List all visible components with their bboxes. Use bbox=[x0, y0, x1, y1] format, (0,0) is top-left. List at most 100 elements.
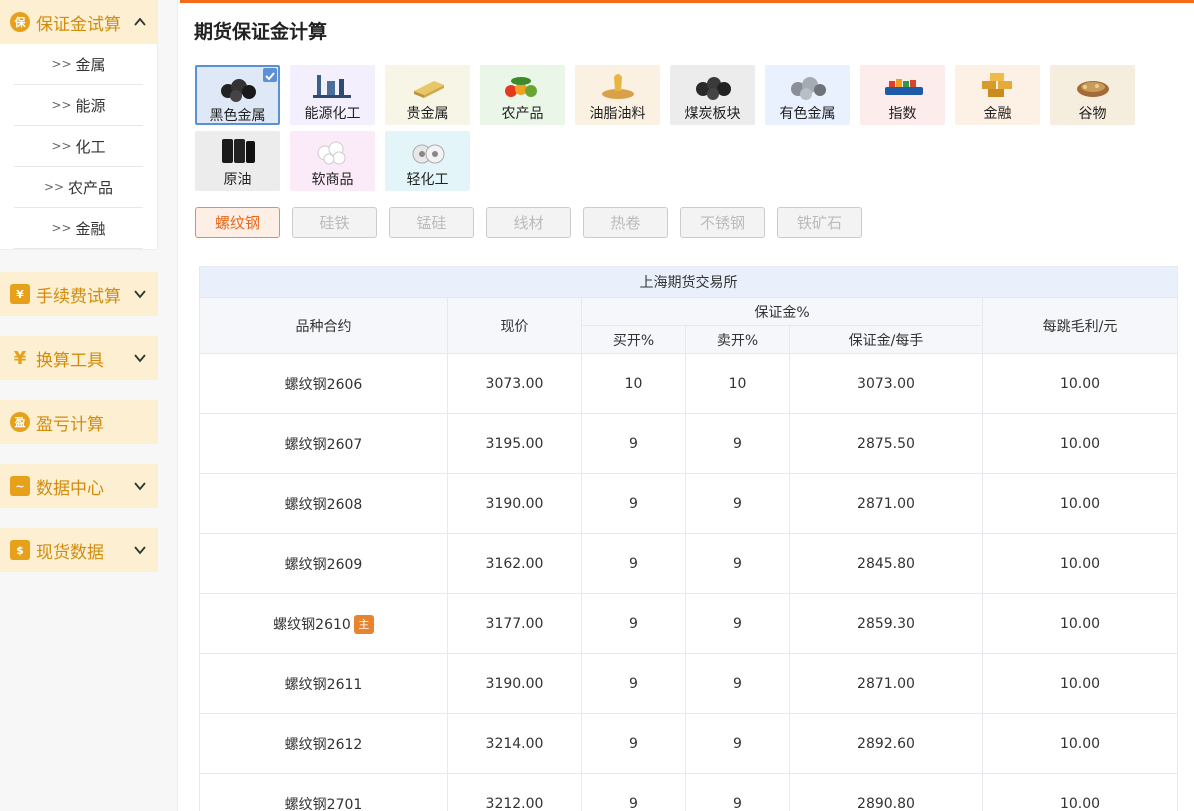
cell-margin-per-lot: 2892.60 bbox=[789, 713, 983, 774]
category-label: 黑色金属 bbox=[209, 108, 266, 124]
category-agriculture[interactable]: 农产品 bbox=[480, 65, 565, 125]
main-content: 期货保证金计算 黑色金属 能源化工 贵金属 农产品 油脂油料 煤炭板块 有色金属 指数 金融 谷物… bbox=[180, 3, 1194, 811]
nav-head-spot-data[interactable]: $ 现货数据 bbox=[0, 528, 158, 572]
cell-tick-profit: 10.00 bbox=[982, 533, 1178, 594]
table-row[interactable]: 螺纹钢2701 3212.00 9 9 2890.80 10.00 bbox=[199, 773, 1178, 811]
sidebar-item-chemical[interactable]: >> 化工 bbox=[14, 126, 143, 167]
variety-tab[interactable]: 铁矿石 bbox=[777, 207, 862, 238]
nav-group-fee: ¥ 手续费试算 bbox=[0, 272, 158, 316]
category-light-chemical[interactable]: 轻化工 bbox=[385, 131, 470, 191]
fee-icon: ¥ bbox=[10, 284, 30, 304]
col-tick-profit: 每跳毛利/元 bbox=[982, 297, 1178, 354]
cell-price: 3212.00 bbox=[447, 773, 582, 811]
table-row[interactable]: 螺纹钢2610 主 3177.00 9 9 2859.30 10.00 bbox=[199, 593, 1178, 654]
cell-price: 3195.00 bbox=[447, 413, 582, 474]
table-row[interactable]: 螺纹钢2609 3162.00 9 9 2845.80 10.00 bbox=[199, 533, 1178, 594]
category-precious-metal[interactable]: 贵金属 bbox=[385, 65, 470, 125]
category-label: 金融 bbox=[983, 106, 1012, 122]
double-arrow-icon: >> bbox=[51, 98, 72, 112]
table-row[interactable]: 螺纹钢2606 3073.00 10 10 3073.00 10.00 bbox=[199, 353, 1178, 414]
category-soft-commodity[interactable]: 软商品 bbox=[290, 131, 375, 191]
sidebar-item-label: 金融 bbox=[75, 219, 106, 238]
nav-group-pnl: 盈 盈亏计算 bbox=[0, 400, 158, 444]
cell-sell-open: 9 bbox=[685, 653, 790, 714]
sidebar: 保 保证金试算 >> 金属 >> 能源 >> 化工 >> 农产品 >> 金融 ¥ 手续费试… bbox=[0, 0, 178, 811]
sub-list: >> 金属 >> 能源 >> 化工 >> 农产品 >> 金融 bbox=[0, 44, 158, 250]
cell-margin-per-lot: 2859.30 bbox=[789, 593, 983, 654]
cell-buy-open: 9 bbox=[581, 473, 686, 534]
contract-name: 螺纹钢2606 bbox=[284, 376, 363, 393]
app-window: 保 保证金试算 >> 金属 >> 能源 >> 化工 >> 农产品 >> 金融 ¥ 手续费试… bbox=[0, 0, 1194, 811]
category-nonferrous[interactable]: 有色金属 bbox=[765, 65, 850, 125]
chevron-down-icon bbox=[134, 354, 146, 363]
double-arrow-icon: >> bbox=[51, 139, 72, 153]
nav-head-convert-tool[interactable]: ¥ 换算工具 bbox=[0, 336, 158, 380]
cell-price: 3190.00 bbox=[447, 473, 582, 534]
category-energy-chemical[interactable]: 能源化工 bbox=[290, 65, 375, 125]
sidebar-item-energy[interactable]: >> 能源 bbox=[14, 85, 143, 126]
category-finance[interactable]: 金融 bbox=[955, 65, 1040, 125]
sidebar-item-agriculture[interactable]: >> 农产品 bbox=[14, 167, 143, 208]
chevron-down-icon bbox=[134, 482, 146, 491]
table-row[interactable]: 螺纹钢2612 3214.00 9 9 2892.60 10.00 bbox=[199, 713, 1178, 774]
variety-tab[interactable]: 热卷 bbox=[583, 207, 668, 238]
category-label: 农产品 bbox=[501, 106, 544, 122]
cell-buy-open: 9 bbox=[581, 653, 686, 714]
contract-name: 螺纹钢2612 bbox=[284, 736, 363, 753]
chevron-down-icon bbox=[134, 546, 146, 555]
cell-tick-profit: 10.00 bbox=[982, 653, 1178, 714]
contract-name: 螺纹钢2607 bbox=[284, 436, 363, 453]
variety-tab[interactable]: 不锈钢 bbox=[680, 207, 765, 238]
sidebar-item-label: 金属 bbox=[75, 55, 106, 74]
variety-tab[interactable]: 线材 bbox=[486, 207, 571, 238]
nav-head-data-center[interactable]: ~ 数据中心 bbox=[0, 464, 158, 508]
category-grain[interactable]: 谷物 bbox=[1050, 65, 1135, 125]
nav-label: 换算工具 bbox=[36, 350, 104, 371]
oil-icon bbox=[575, 65, 660, 101]
category-oil[interactable]: 油脂油料 bbox=[575, 65, 660, 125]
cell-contract: 螺纹钢2606 bbox=[199, 353, 448, 414]
table-row[interactable]: 螺纹钢2607 3195.00 9 9 2875.50 10.00 bbox=[199, 413, 1178, 474]
category-label: 油脂油料 bbox=[589, 106, 646, 122]
nav-group-convert: ¥ 换算工具 bbox=[0, 336, 158, 380]
nav-label: 数据中心 bbox=[36, 478, 104, 499]
contract-name: 螺纹钢2611 bbox=[284, 676, 363, 693]
variety-tab[interactable]: 螺纹钢 bbox=[195, 207, 280, 238]
cell-contract: 螺纹钢2608 bbox=[199, 473, 448, 534]
nav-label: 保证金试算 bbox=[36, 14, 121, 35]
nav-head-margin-calc[interactable]: 保 保证金试算 bbox=[0, 0, 158, 44]
sidebar-item-finance[interactable]: >> 金融 bbox=[14, 208, 143, 249]
cell-contract: 螺纹钢2609 bbox=[199, 533, 448, 594]
sidebar-item-metal[interactable]: >> 金属 bbox=[14, 44, 143, 85]
cell-margin-per-lot: 3073.00 bbox=[789, 353, 983, 414]
category-coal[interactable]: 煤炭板块 bbox=[670, 65, 755, 125]
page-title: 期货保证金计算 bbox=[194, 21, 328, 43]
cell-tick-profit: 10.00 bbox=[982, 353, 1178, 414]
category-label: 轻化工 bbox=[406, 172, 449, 188]
category-black-metal[interactable]: 黑色金属 bbox=[195, 65, 280, 125]
nav-head-pnl-calc[interactable]: 盈 盈亏计算 bbox=[0, 400, 158, 444]
table-row[interactable]: 螺纹钢2608 3190.00 9 9 2871.00 10.00 bbox=[199, 473, 1178, 534]
category-crude-oil[interactable]: 原油 bbox=[195, 131, 280, 191]
cell-price: 3073.00 bbox=[447, 353, 582, 414]
chevron-up-icon bbox=[134, 17, 146, 26]
cell-margin-per-lot: 2871.00 bbox=[789, 473, 983, 534]
table-row[interactable]: 螺纹钢2611 3190.00 9 9 2871.00 10.00 bbox=[199, 653, 1178, 714]
cell-tick-profit: 10.00 bbox=[982, 773, 1178, 811]
col-margin-group: 保证金% bbox=[581, 297, 983, 326]
double-arrow-icon: >> bbox=[51, 221, 72, 235]
cell-margin-per-lot: 2890.80 bbox=[789, 773, 983, 811]
trend-chart-icon: ~ bbox=[10, 476, 30, 496]
cell-buy-open: 9 bbox=[581, 413, 686, 474]
variety-tab[interactable]: 锰硅 bbox=[389, 207, 474, 238]
nav-label: 盈亏计算 bbox=[36, 414, 104, 435]
cell-price: 3177.00 bbox=[447, 593, 582, 654]
cell-sell-open: 9 bbox=[685, 713, 790, 774]
energy-chemical-icon bbox=[290, 65, 375, 101]
category-index[interactable]: 指数 bbox=[860, 65, 945, 125]
sidebar-item-label: 化工 bbox=[75, 137, 106, 156]
nav-group-margin: 保 保证金试算 >> 金属 >> 能源 >> 化工 >> 农产品 >> 金融 bbox=[0, 0, 158, 250]
variety-tab[interactable]: 硅铁 bbox=[292, 207, 377, 238]
nav-head-fee-calc[interactable]: ¥ 手续费试算 bbox=[0, 272, 158, 316]
nonferrous-icon bbox=[765, 65, 850, 101]
